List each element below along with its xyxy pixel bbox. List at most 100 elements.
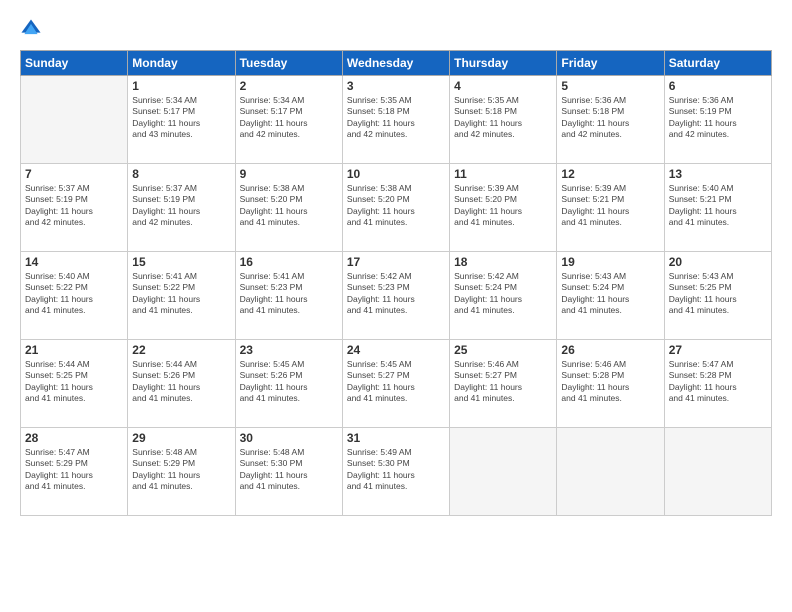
day-info: Sunrise: 5:44 AM Sunset: 5:26 PM Dayligh…: [132, 359, 230, 405]
day-info: Sunrise: 5:46 AM Sunset: 5:27 PM Dayligh…: [454, 359, 552, 405]
day-number: 7: [25, 167, 123, 181]
day-info: Sunrise: 5:40 AM Sunset: 5:22 PM Dayligh…: [25, 271, 123, 317]
calendar-cell: 28 Sunrise: 5:47 AM Sunset: 5:29 PM Dayli…: [21, 428, 128, 516]
day-info: Sunrise: 5:48 AM Sunset: 5:29 PM Dayligh…: [132, 447, 230, 493]
day-info: Sunrise: 5:42 AM Sunset: 5:23 PM Dayligh…: [347, 271, 445, 317]
day-number: 24: [347, 343, 445, 357]
day-header-tuesday: Tuesday: [235, 51, 342, 76]
day-info: Sunrise: 5:43 AM Sunset: 5:25 PM Dayligh…: [669, 271, 767, 317]
day-number: 26: [561, 343, 659, 357]
calendar-cell: [664, 428, 771, 516]
calendar-cell: 9 Sunrise: 5:38 AM Sunset: 5:20 PM Daylig…: [235, 164, 342, 252]
calendar-cell: 10 Sunrise: 5:38 AM Sunset: 5:20 PM Dayli…: [342, 164, 449, 252]
week-row-1: 7 Sunrise: 5:37 AM Sunset: 5:19 PM Daylig…: [21, 164, 772, 252]
calendar-cell: 13Sunrise: 5:40 AM Sunset: 5:21 PM Dayli…: [664, 164, 771, 252]
week-row-0: 1 Sunrise: 5:34 AM Sunset: 5:17 PM Daylig…: [21, 76, 772, 164]
calendar-cell: 27 Sunrise: 5:47 AM Sunset: 5:28 PM Dayli…: [664, 340, 771, 428]
day-header-saturday: Saturday: [664, 51, 771, 76]
calendar-cell: 16 Sunrise: 5:41 AM Sunset: 5:23 PM Dayli…: [235, 252, 342, 340]
day-header-thursday: Thursday: [450, 51, 557, 76]
calendar-cell: 17 Sunrise: 5:42 AM Sunset: 5:23 PM Dayli…: [342, 252, 449, 340]
day-number: 1: [132, 79, 230, 93]
calendar-header: SundayMondayTuesdayWednesdayThursdayFrid…: [21, 51, 772, 76]
day-info: Sunrise: 5:39 AM Sunset: 5:20 PM Dayligh…: [454, 183, 552, 229]
calendar: SundayMondayTuesdayWednesdayThursdayFrid…: [20, 50, 772, 516]
day-number: 28: [25, 431, 123, 445]
day-number: 9: [240, 167, 338, 181]
day-info: Sunrise: 5:36 AM Sunset: 5:18 PM Dayligh…: [561, 95, 659, 141]
day-header-monday: Monday: [128, 51, 235, 76]
calendar-cell: 21 Sunrise: 5:44 AM Sunset: 5:25 PM Dayli…: [21, 340, 128, 428]
day-info: Sunrise: 5:37 AM Sunset: 5:19 PM Dayligh…: [25, 183, 123, 229]
day-info: Sunrise: 5:42 AM Sunset: 5:24 PM Dayligh…: [454, 271, 552, 317]
day-header-sunday: Sunday: [21, 51, 128, 76]
day-number: 17: [347, 255, 445, 269]
day-number: 23: [240, 343, 338, 357]
day-info: Sunrise: 5:41 AM Sunset: 5:23 PM Dayligh…: [240, 271, 338, 317]
day-number: 6: [669, 79, 767, 93]
calendar-cell: 19Sunrise: 5:43 AM Sunset: 5:24 PM Dayli…: [557, 252, 664, 340]
day-info: Sunrise: 5:48 AM Sunset: 5:30 PM Dayligh…: [240, 447, 338, 493]
logo-icon: [20, 18, 42, 40]
week-row-3: 21 Sunrise: 5:44 AM Sunset: 5:25 PM Dayli…: [21, 340, 772, 428]
day-info: Sunrise: 5:38 AM Sunset: 5:20 PM Dayligh…: [347, 183, 445, 229]
day-number: 31: [347, 431, 445, 445]
calendar-cell: 3 Sunrise: 5:35 AM Sunset: 5:18 PM Daylig…: [342, 76, 449, 164]
calendar-cell: 24 Sunrise: 5:45 AM Sunset: 5:27 PM Dayli…: [342, 340, 449, 428]
day-info: Sunrise: 5:34 AM Sunset: 5:17 PM Dayligh…: [240, 95, 338, 141]
day-number: 11: [454, 167, 552, 181]
calendar-cell: 4 Sunrise: 5:35 AM Sunset: 5:18 PM Daylig…: [450, 76, 557, 164]
day-number: 19: [561, 255, 659, 269]
day-number: 20: [669, 255, 767, 269]
calendar-cell: 25 Sunrise: 5:46 AM Sunset: 5:27 PM Dayli…: [450, 340, 557, 428]
calendar-cell: [21, 76, 128, 164]
calendar-cell: 23 Sunrise: 5:45 AM Sunset: 5:26 PM Dayli…: [235, 340, 342, 428]
day-info: Sunrise: 5:34 AM Sunset: 5:17 PM Dayligh…: [132, 95, 230, 141]
header-row: SundayMondayTuesdayWednesdayThursdayFrid…: [21, 51, 772, 76]
calendar-body: 1 Sunrise: 5:34 AM Sunset: 5:17 PM Daylig…: [21, 76, 772, 516]
day-number: 10: [347, 167, 445, 181]
day-number: 27: [669, 343, 767, 357]
calendar-cell: 8Sunrise: 5:37 AM Sunset: 5:19 PM Daylig…: [128, 164, 235, 252]
calendar-cell: [450, 428, 557, 516]
day-number: 18: [454, 255, 552, 269]
day-number: 29: [132, 431, 230, 445]
day-info: Sunrise: 5:45 AM Sunset: 5:27 PM Dayligh…: [347, 359, 445, 405]
day-info: Sunrise: 5:41 AM Sunset: 5:22 PM Dayligh…: [132, 271, 230, 317]
calendar-cell: [557, 428, 664, 516]
calendar-cell: 30Sunrise: 5:48 AM Sunset: 5:30 PM Dayli…: [235, 428, 342, 516]
day-number: 14: [25, 255, 123, 269]
day-info: Sunrise: 5:37 AM Sunset: 5:19 PM Dayligh…: [132, 183, 230, 229]
calendar-cell: 15 Sunrise: 5:41 AM Sunset: 5:22 PM Dayli…: [128, 252, 235, 340]
day-number: 5: [561, 79, 659, 93]
day-info: Sunrise: 5:38 AM Sunset: 5:20 PM Dayligh…: [240, 183, 338, 229]
calendar-cell: 31 Sunrise: 5:49 AM Sunset: 5:30 PM Dayli…: [342, 428, 449, 516]
calendar-cell: 7 Sunrise: 5:37 AM Sunset: 5:19 PM Daylig…: [21, 164, 128, 252]
day-number: 2: [240, 79, 338, 93]
calendar-cell: 11 Sunrise: 5:39 AM Sunset: 5:20 PM Dayli…: [450, 164, 557, 252]
day-number: 22: [132, 343, 230, 357]
day-number: 15: [132, 255, 230, 269]
day-info: Sunrise: 5:49 AM Sunset: 5:30 PM Dayligh…: [347, 447, 445, 493]
calendar-cell: 18 Sunrise: 5:42 AM Sunset: 5:24 PM Dayli…: [450, 252, 557, 340]
day-info: Sunrise: 5:36 AM Sunset: 5:19 PM Dayligh…: [669, 95, 767, 141]
day-number: 16: [240, 255, 338, 269]
day-number: 25: [454, 343, 552, 357]
calendar-cell: 12Sunrise: 5:39 AM Sunset: 5:21 PM Dayli…: [557, 164, 664, 252]
header: [20, 18, 772, 40]
day-number: 3: [347, 79, 445, 93]
calendar-cell: 29 Sunrise: 5:48 AM Sunset: 5:29 PM Dayli…: [128, 428, 235, 516]
day-info: Sunrise: 5:45 AM Sunset: 5:26 PM Dayligh…: [240, 359, 338, 405]
day-header-wednesday: Wednesday: [342, 51, 449, 76]
day-info: Sunrise: 5:39 AM Sunset: 5:21 PM Dayligh…: [561, 183, 659, 229]
day-number: 4: [454, 79, 552, 93]
day-info: Sunrise: 5:47 AM Sunset: 5:29 PM Dayligh…: [25, 447, 123, 493]
calendar-cell: 2 Sunrise: 5:34 AM Sunset: 5:17 PM Daylig…: [235, 76, 342, 164]
day-info: Sunrise: 5:44 AM Sunset: 5:25 PM Dayligh…: [25, 359, 123, 405]
day-number: 13: [669, 167, 767, 181]
calendar-cell: 6 Sunrise: 5:36 AM Sunset: 5:19 PM Daylig…: [664, 76, 771, 164]
day-info: Sunrise: 5:35 AM Sunset: 5:18 PM Dayligh…: [454, 95, 552, 141]
day-info: Sunrise: 5:47 AM Sunset: 5:28 PM Dayligh…: [669, 359, 767, 405]
day-info: Sunrise: 5:35 AM Sunset: 5:18 PM Dayligh…: [347, 95, 445, 141]
day-number: 21: [25, 343, 123, 357]
